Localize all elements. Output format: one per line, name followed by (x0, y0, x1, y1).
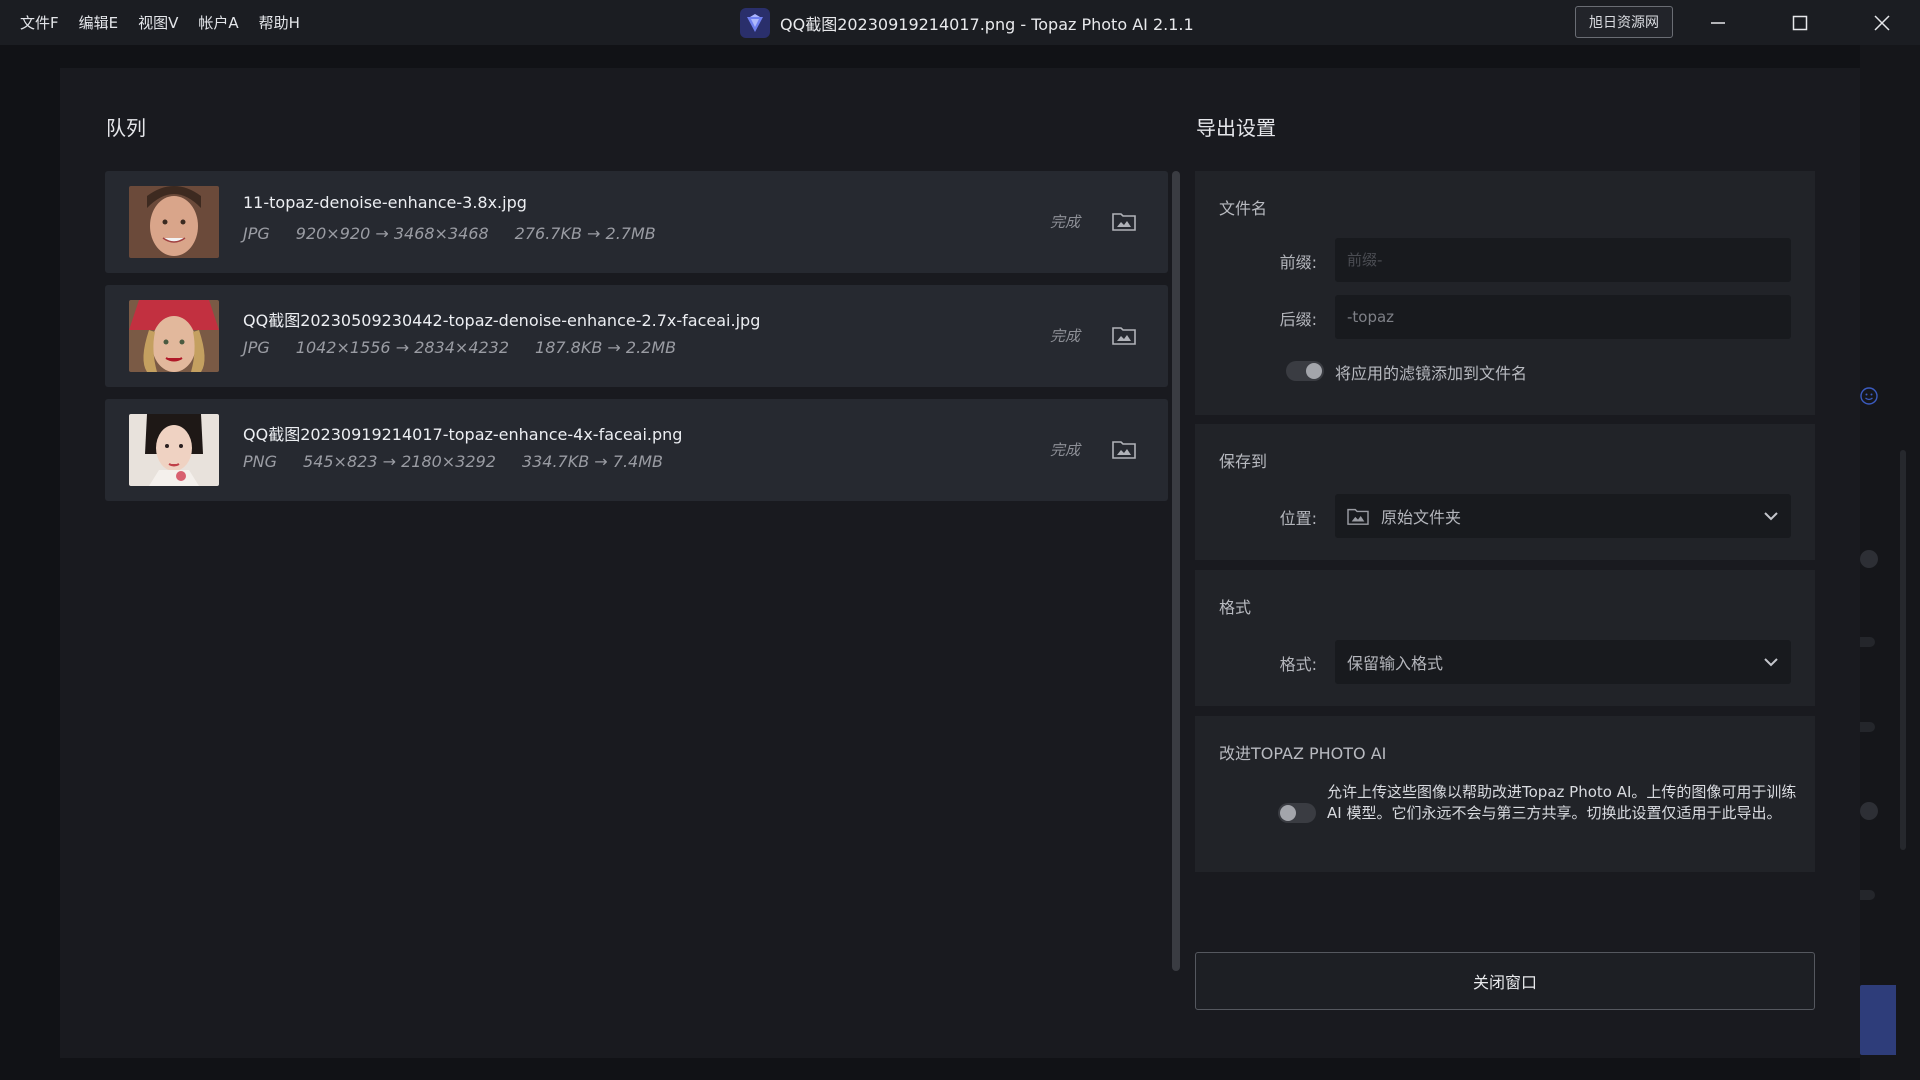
menu-view[interactable]: 视图V (128, 0, 188, 45)
improve-title: 改进TOPAZ PHOTO AI (1219, 744, 1387, 763)
file-format: JPG (243, 224, 270, 243)
status-label: 完成 (1050, 213, 1081, 231)
minimize-button[interactable] (1688, 0, 1748, 45)
queue-list: 11-topaz-denoise-enhance-3.8x.jpg JPG 92… (105, 171, 1168, 513)
queue-title: 队列 (106, 116, 146, 140)
file-dimensions: 920×920 → 3468×3468 (295, 224, 489, 243)
chevron-down-icon (1764, 512, 1778, 521)
chevron-down-icon (1764, 658, 1778, 667)
file-meta: PNG 545×823 → 2180×3292 334.7KB → 7.4MB (243, 452, 663, 471)
format-title: 格式 (1219, 598, 1252, 617)
location-label: 位置: (1279, 509, 1317, 528)
topaz-logo-icon (740, 7, 770, 38)
upload-images-toggle[interactable] (1278, 803, 1316, 823)
background-toggle (1860, 802, 1878, 820)
queue-scrollbar[interactable] (1172, 171, 1180, 971)
maximize-icon (1792, 15, 1808, 30)
close-dialog-button[interactable]: 关闭窗口 (1195, 952, 1815, 1010)
suffix-input[interactable] (1335, 295, 1791, 339)
file-dimensions: 1042×1556 → 2834×4232 (295, 338, 510, 357)
prefix-label: 前缀: (1279, 253, 1317, 272)
status-label: 完成 (1050, 327, 1081, 345)
close-icon (1874, 14, 1890, 31)
file-meta: JPG 1042×1556 → 2834×4232 187.8KB → 2.2M… (243, 338, 676, 357)
file-dimensions: 545×823 → 2180×3292 (303, 452, 496, 471)
format-card: 格式 格式: 保留输入格式 (1195, 570, 1815, 706)
open-folder-icon[interactable] (1112, 210, 1136, 232)
window-title: QQ截图20230919214017.png - Topaz Photo AI … (780, 14, 1194, 34)
location-select[interactable]: 原始文件夹 (1335, 494, 1791, 538)
file-format: PNG (243, 452, 278, 471)
window-title-group: QQ截图20230919214017.png - Topaz Photo AI … (740, 0, 1194, 45)
background-scrollbar (1900, 450, 1906, 850)
menu-bar: 文件F 编辑E 视图V 帐户A 帮助H (0, 0, 310, 45)
title-bar: 文件F 编辑E 视图V 帐户A 帮助H QQ截图20230919214017.p… (0, 0, 1920, 45)
queue-item[interactable]: 11-topaz-denoise-enhance-3.8x.jpg JPG 92… (105, 171, 1168, 273)
format-label: 格式: (1279, 655, 1317, 674)
toggle-knob (1280, 805, 1296, 821)
format-value: 保留输入格式 (1347, 654, 1444, 673)
save-to-title: 保存到 (1219, 452, 1268, 471)
add-filters-label: 将应用的滤镜添加到文件名 (1335, 364, 1528, 383)
export-settings-title: 导出设置 (1196, 116, 1276, 140)
queue-item[interactable]: QQ截图20230509230442-topaz-denoise-enhance… (105, 285, 1168, 387)
brand-button[interactable]: 旭日资源网 (1575, 6, 1673, 38)
close-window-button[interactable] (1852, 0, 1912, 45)
maximize-button[interactable] (1770, 0, 1830, 45)
menu-file[interactable]: 文件F (10, 0, 69, 45)
file-format: JPG (243, 338, 270, 357)
format-select[interactable]: 保留输入格式 (1335, 640, 1791, 684)
smiley-icon (1860, 387, 1878, 405)
file-name: QQ截图20230509230442-topaz-denoise-enhance… (243, 311, 761, 330)
minimize-icon (1711, 21, 1725, 24)
menu-help[interactable]: 帮助H (249, 0, 310, 45)
file-meta: JPG 920×920 → 3468×3468 276.7KB → 2.7MB (243, 224, 656, 243)
suffix-label: 后缀: (1279, 310, 1317, 329)
menu-edit[interactable]: 编辑E (69, 0, 128, 45)
improve-description: 允许上传这些图像以帮助改进Topaz Photo AI。上传的图像可用于训练 A… (1327, 783, 1797, 822)
filename-title: 文件名 (1219, 199, 1268, 218)
queue-item[interactable]: QQ截图20230919214017-topaz-enhance-4x-face… (105, 399, 1168, 501)
thumbnail-image (129, 414, 219, 486)
file-size: 187.8KB → 2.2MB (535, 338, 677, 357)
thumbnail-image (129, 300, 219, 372)
file-name: QQ截图20230919214017-topaz-enhance-4x-face… (243, 425, 683, 444)
add-filters-toggle[interactable] (1286, 361, 1324, 381)
file-size: 334.7KB → 7.4MB (521, 452, 663, 471)
file-size: 276.7KB → 2.7MB (514, 224, 656, 243)
export-modal: 队列 11-topaz-denoise-enhance-3.8x.jpg JPG… (60, 68, 1860, 1058)
filename-card: 文件名 前缀: 后缀: 将应用的滤镜添加到文件名 (1195, 171, 1815, 415)
folder-icon (1347, 508, 1369, 525)
menu-account[interactable]: 帐户A (188, 0, 248, 45)
location-value: 原始文件夹 (1381, 508, 1462, 527)
open-folder-icon[interactable] (1112, 324, 1136, 346)
improve-card: 改进TOPAZ PHOTO AI 允许上传这些图像以帮助改进Topaz Phot… (1195, 716, 1815, 872)
save-to-card: 保存到 位置: 原始文件夹 (1195, 424, 1815, 560)
toggle-knob (1306, 363, 1322, 379)
thumbnail-image (129, 186, 219, 258)
background-action-button (1860, 985, 1896, 1055)
file-name: 11-topaz-denoise-enhance-3.8x.jpg (243, 193, 527, 212)
background-toggle (1860, 550, 1878, 568)
open-folder-icon[interactable] (1112, 438, 1136, 460)
prefix-input[interactable] (1335, 238, 1791, 282)
status-label: 完成 (1050, 441, 1081, 459)
